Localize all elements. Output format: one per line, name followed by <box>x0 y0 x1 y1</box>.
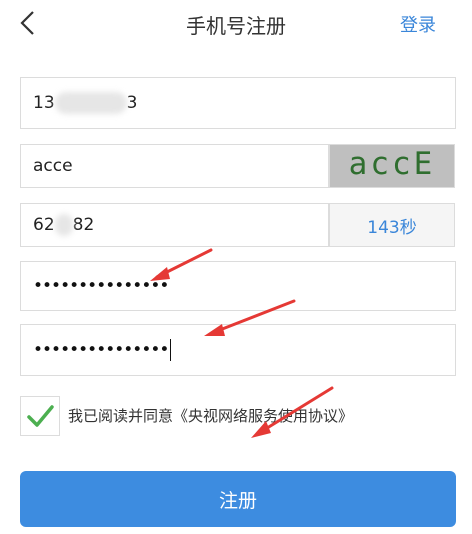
text-caret <box>170 339 172 361</box>
password-input[interactable]: ••••••••••••••• <box>20 261 456 311</box>
sms-code-suffix: 82 <box>72 215 95 235</box>
sms-countdown-button[interactable]: 143秒 <box>329 203 455 247</box>
captcha-value: acce <box>33 156 73 176</box>
phone-suffix: 3 <box>126 93 138 113</box>
sms-code-input[interactable]: 62 82 <box>20 203 329 247</box>
blurred-region <box>54 92 127 114</box>
login-link[interactable]: 登录 <box>400 11 436 37</box>
confirm-password-dots: ••••••••••••••• <box>33 340 169 360</box>
confirm-password-input[interactable]: ••••••••••••••• <box>20 324 456 376</box>
agreement-text: 我已阅读并同意《央视网络服务使用协议》 <box>68 405 353 426</box>
header-bar: 手机号注册 登录 <box>0 0 472 48</box>
captcha-image-text: accE <box>348 146 436 182</box>
sms-code-prefix: 62 <box>33 215 55 235</box>
phone-input[interactable]: 13 3 <box>20 77 456 129</box>
phone-prefix: 13 <box>33 93 55 113</box>
register-button[interactable]: 注册 <box>20 471 456 527</box>
password-dots: ••••••••••••••• <box>33 276 169 296</box>
captcha-input[interactable]: acce <box>20 144 329 188</box>
blurred-region <box>54 214 73 236</box>
agreement-checkbox[interactable] <box>20 396 60 436</box>
check-icon <box>27 405 54 427</box>
captcha-image[interactable]: accE <box>329 144 455 188</box>
agreement-link[interactable]: 我已阅读并同意《央视网络服务使用协议》 <box>68 407 353 425</box>
